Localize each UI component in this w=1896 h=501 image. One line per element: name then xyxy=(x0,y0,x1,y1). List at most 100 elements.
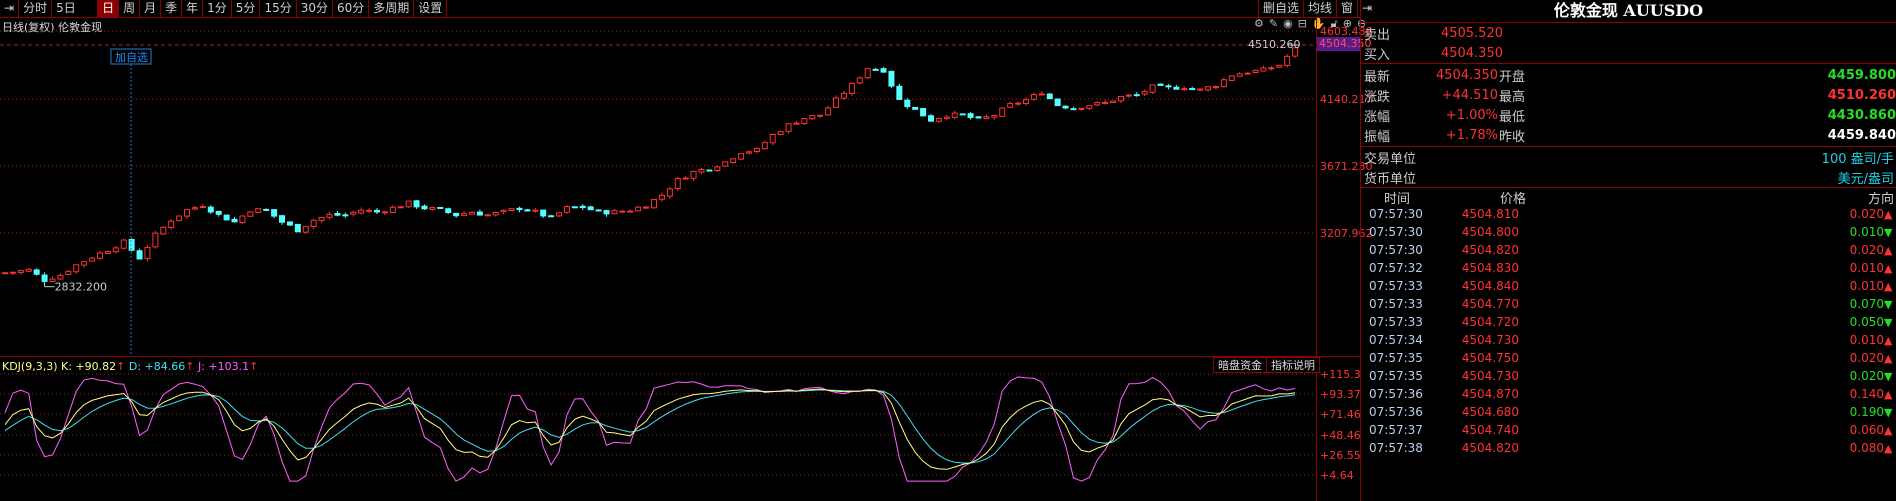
candle-body xyxy=(358,209,365,214)
candle-body xyxy=(286,221,293,226)
candle-body xyxy=(1165,85,1172,88)
down-arrow-icon: ▼ xyxy=(1884,225,1893,239)
tick-row: 07:57:33 4504.770 0.070 ▼ xyxy=(1361,295,1896,313)
tick-time: 07:57:37 xyxy=(1369,423,1423,437)
candle-body xyxy=(674,178,681,189)
candle-body xyxy=(73,264,80,273)
candlestick-chart[interactable]: 2832.2004510.260加自选 xyxy=(0,0,1316,501)
candle-body xyxy=(920,107,927,117)
candle-body xyxy=(492,211,499,216)
candle-body xyxy=(191,207,198,210)
candle-body xyxy=(33,269,40,275)
candle-body xyxy=(231,218,238,223)
candle-body xyxy=(263,208,270,211)
candle-body xyxy=(1022,99,1029,105)
candle-body xyxy=(152,232,159,248)
kdj-d: D: +84.66 xyxy=(128,360,186,373)
indicator-help-button[interactable]: 指标说明 xyxy=(1266,357,1320,373)
candle-body xyxy=(120,239,127,249)
kdj-j: J: +103.1 xyxy=(197,360,250,373)
tick-time: 07:57:38 xyxy=(1369,441,1423,455)
candle-body xyxy=(912,106,919,110)
candle-body xyxy=(381,211,388,214)
candle-body xyxy=(524,209,531,212)
tick-change: 0.020 xyxy=(1849,351,1884,365)
candle-body xyxy=(563,206,570,213)
candle-body xyxy=(738,153,745,160)
tick-price: 4504.720 xyxy=(1461,315,1519,329)
tick-change: 0.190 xyxy=(1849,405,1884,419)
candle-body xyxy=(935,118,942,122)
pane-divider[interactable] xyxy=(0,356,1360,357)
tick-row: 07:57:37 4504.740 0.060 ▲ xyxy=(1361,421,1896,439)
stat-value: +44.510 xyxy=(1441,87,1498,103)
candle-body xyxy=(1062,105,1069,109)
candle-body xyxy=(168,220,175,228)
candle-body xyxy=(888,70,895,87)
stat-value: 4430.860 xyxy=(1827,107,1896,123)
candle-body xyxy=(81,261,88,266)
kdj-tick: +115.3 xyxy=(1320,368,1361,381)
window-button[interactable]: 窗 xyxy=(1336,0,1357,18)
tick-price: 4504.730 xyxy=(1461,333,1519,347)
candle-body xyxy=(1244,72,1251,75)
kdj-d-line xyxy=(4,389,1296,464)
candle-body xyxy=(453,212,460,217)
candle-body xyxy=(785,123,792,132)
candle-body xyxy=(753,147,760,153)
candle-body xyxy=(136,250,143,260)
sell-label: 卖出 xyxy=(1364,27,1391,43)
candle-body xyxy=(809,115,816,120)
down-arrow-icon: ▼ xyxy=(1884,405,1893,419)
tick-price: 4504.740 xyxy=(1461,423,1519,437)
candle-body xyxy=(706,169,713,172)
tick-change: 0.010 xyxy=(1849,261,1884,275)
tick-price: 4504.770 xyxy=(1461,297,1519,311)
candle-body xyxy=(714,166,721,171)
tick-change: 0.010 xyxy=(1849,225,1884,239)
candle-body xyxy=(745,151,752,154)
tick-price: 4504.820 xyxy=(1461,441,1519,455)
candle-body xyxy=(556,212,563,217)
sell-price: 4505.520 xyxy=(1440,25,1503,41)
candle-body xyxy=(128,238,135,251)
candle-body xyxy=(429,207,436,210)
candle-body xyxy=(1125,94,1132,97)
tick-time: 07:57:34 xyxy=(1369,333,1423,347)
ticks-list[interactable]: 07:57:30 4504.810 0.020 ▲ 07:57:30 4504.800 0.… xyxy=(1361,205,1896,457)
tick-time: 07:57:32 xyxy=(1369,261,1423,275)
candle-body xyxy=(801,117,808,125)
candle-body xyxy=(1212,86,1219,89)
candle-body xyxy=(1133,94,1140,97)
candle-body xyxy=(825,107,832,116)
candle-body xyxy=(983,116,990,119)
candle-body xyxy=(1220,79,1227,88)
candle-body xyxy=(334,212,341,216)
candle-body xyxy=(1252,69,1259,74)
candle-body xyxy=(373,209,380,213)
candle-body xyxy=(445,208,452,214)
candle-body xyxy=(2,272,8,275)
candle-body xyxy=(516,207,523,211)
low-label: 2832.200 xyxy=(55,281,107,294)
up-arrow-icon: ▲ xyxy=(1884,441,1893,455)
candle-body xyxy=(1078,107,1085,110)
candle-body xyxy=(928,115,935,122)
candle-body xyxy=(651,198,657,209)
tick-row: 07:57:30 4504.810 0.020 ▲ xyxy=(1361,205,1896,223)
stat-value: 4459.800 xyxy=(1827,67,1896,83)
candle-body xyxy=(951,112,958,118)
tick-row: 07:57:35 4504.750 0.020 ▲ xyxy=(1361,349,1896,367)
stat-value: 4510.260 xyxy=(1827,87,1896,103)
candle-body xyxy=(1094,102,1101,106)
candle-body xyxy=(160,226,167,235)
candle-body xyxy=(104,251,111,255)
header-time: 时间 xyxy=(1383,192,1410,207)
candle-body xyxy=(999,107,1006,117)
tick-row: 07:57:36 4504.870 0.140 ▲ xyxy=(1361,385,1896,403)
dark-pool-button[interactable]: 暗盘资金 xyxy=(1213,357,1267,373)
candle-body xyxy=(896,85,903,100)
stat-label: 涨跌 xyxy=(1364,89,1391,105)
stat-value: +1.00% xyxy=(1445,107,1498,123)
candle-body xyxy=(389,206,396,214)
